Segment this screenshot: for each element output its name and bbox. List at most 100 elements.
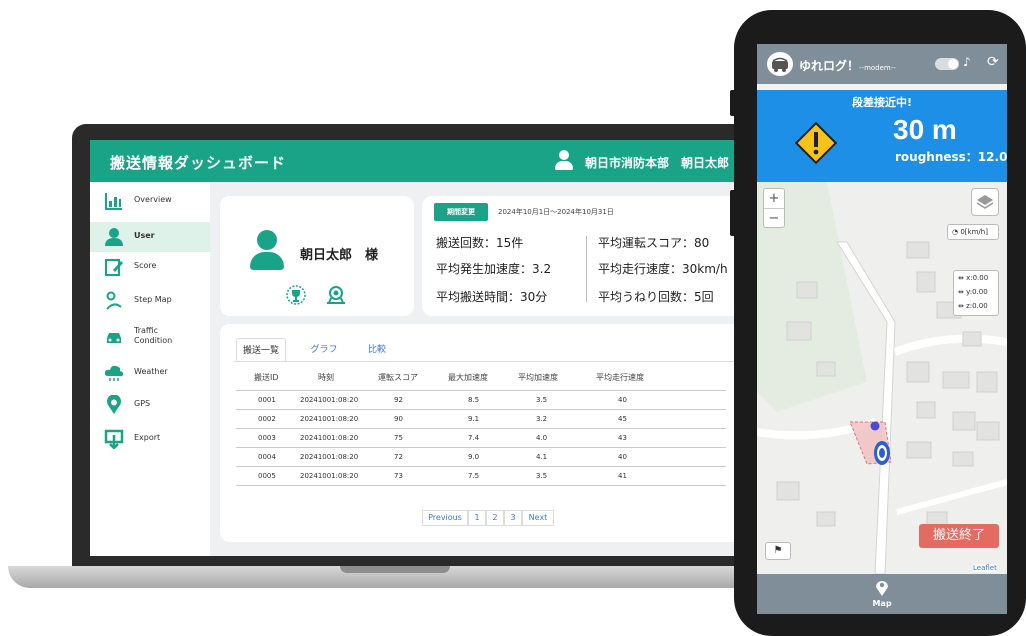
stat-avg-speed: 平均走行速度：30km/h: [598, 262, 728, 276]
period-range: 2024年10月1日～2024年10月31日: [498, 208, 614, 216]
column-header-avg-speed: 平均走行速度: [596, 373, 644, 382]
row-divider: [236, 447, 726, 448]
user-icon: [105, 228, 123, 246]
pagination-page-2[interactable]: 2: [486, 510, 504, 526]
alert-roughness: roughness：12.0: [895, 150, 1007, 164]
alert-title: 段差接近中!: [851, 96, 913, 109]
period-change-button[interactable]: 期間変更: [434, 203, 488, 221]
leaflet-attribution[interactable]: Leaflet: [973, 564, 997, 572]
organization-name: 朝日市消防本部 朝日太郎: [585, 156, 730, 170]
row-divider: [236, 485, 726, 486]
warning-icon: [794, 121, 838, 165]
flag-icon: ⚑: [773, 545, 783, 556]
app-logo-icon: [767, 52, 793, 76]
speedometer-icon: ◔: [952, 228, 959, 236]
trophy-badge-icon: [286, 285, 306, 305]
medal-badge-icon: [327, 286, 345, 304]
row-divider: [236, 390, 726, 391]
sidebar-item-export[interactable]: Export: [90, 424, 210, 454]
dashboard-header: 搬送情報ダッシュボード 朝日市消防本部 朝日太郎: [90, 140, 750, 182]
map-pin-icon[interactable]: [874, 579, 890, 597]
table-cell: 20241001:08:20: [300, 453, 359, 461]
table-cell: 72: [394, 453, 403, 461]
sidebar-item-weather[interactable]: Weather: [90, 358, 210, 388]
row-divider: [236, 409, 726, 410]
sidebar-item-user[interactable]: User: [90, 222, 210, 252]
sidebar-item-step-map[interactable]: Step Map: [90, 286, 210, 316]
pagination-page-1[interactable]: 1: [468, 510, 486, 526]
table-cell: 45: [618, 415, 627, 423]
music-note-icon: ♪: [963, 55, 971, 69]
stats-card: 期間変更 2024年10月1日～2024年10月31日 搬送回数：15件 平均運…: [422, 196, 750, 316]
layers-icon: [976, 195, 994, 209]
current-location-marker-icon: [874, 441, 890, 465]
laptop-notch: [340, 566, 450, 573]
refresh-icon[interactable]: ⟳: [987, 54, 999, 70]
tab-graph[interactable]: グラフ: [304, 338, 344, 362]
table-cell: 7.5: [468, 472, 480, 480]
table-cell: 90: [394, 415, 403, 423]
sidebar-item-gps[interactable]: GPS: [90, 390, 210, 420]
car-icon: [107, 333, 121, 343]
pagination-page-3[interactable]: 3: [504, 510, 522, 526]
sidebar-item-label: Weather: [134, 367, 168, 376]
table-cell: 0004: [258, 453, 276, 461]
avatar: [250, 230, 284, 272]
tab-transport-list[interactable]: 搬送一覧: [236, 338, 286, 362]
sidebar-item-label: GPS: [134, 399, 151, 408]
end-transport-button[interactable]: 搬送終了: [919, 524, 999, 548]
acceleration-readout: ⇹ x:0.00 ⇹ y:0.00 ⇹ z:0.00: [953, 270, 999, 316]
table-cell: 92: [394, 396, 403, 404]
column-header-avg-accel: 平均加速度: [518, 373, 558, 382]
sidebar-item-label: Score: [134, 261, 157, 270]
column-header-time: 時刻: [318, 373, 334, 382]
zoom-out-button[interactable]: −: [764, 208, 784, 227]
column-header-id: 搬送ID: [254, 373, 279, 382]
table-cell: 0005: [258, 472, 276, 480]
stat-transport-count: 搬送回数：15件: [436, 236, 524, 250]
tab-compare[interactable]: 比較: [362, 338, 392, 362]
table-cell: 8.5: [468, 396, 480, 404]
pagination-next[interactable]: Next: [522, 510, 554, 526]
pagination-previous[interactable]: Previous: [422, 510, 468, 526]
table-cell: 4.0: [536, 434, 548, 442]
sound-toggle[interactable]: [935, 58, 959, 70]
table-cell: 7.4: [468, 434, 480, 442]
table-cell: 9.0: [468, 453, 480, 461]
mobile-app-screen: ゆれログ！--modem-- ♪ ⟳ 段差接近中! 30 m roughness…: [757, 44, 1007, 614]
map-tiles: [757, 182, 1007, 574]
row-divider: [236, 466, 726, 467]
table-cell: 41: [618, 472, 627, 480]
route-icon: [106, 291, 122, 310]
edit-icon: [105, 259, 123, 276]
cloud-icon: [104, 365, 124, 381]
dashboard-screen: 搬送情報ダッシュボード 朝日市消防本部 朝日太郎 Overview User S…: [90, 140, 750, 556]
table-cell: 3.2: [536, 415, 548, 423]
layers-button[interactable]: [971, 188, 999, 216]
table-cell: 20241001:08:20: [300, 396, 359, 404]
sidebar-item-score[interactable]: Score: [90, 252, 210, 282]
table-cell: 20241001:08:20: [300, 434, 359, 442]
row-divider: [236, 428, 726, 429]
app-title: ゆれログ！--modem--: [799, 59, 896, 73]
chart-icon: [105, 193, 122, 210]
dashboard-title: 搬送情報ダッシュボード: [110, 154, 287, 172]
zoom-control: + −: [763, 188, 785, 228]
axis-x-value: ⇹ x:0.00: [958, 274, 989, 282]
table-cell: 0003: [258, 434, 276, 442]
nav-item-map[interactable]: Map: [757, 599, 1007, 608]
table-cell: 20241001:08:20: [300, 415, 359, 423]
stat-avg-acceleration: 平均発生加速度：3.2: [436, 262, 552, 276]
phone-side-button: [730, 90, 736, 116]
flag-button[interactable]: ⚑: [765, 542, 791, 560]
sidebar-item-overview[interactable]: Overview: [90, 186, 210, 216]
tab-divider: [234, 361, 750, 362]
map-view[interactable]: + − ◔ 0[km/h] ⇹ x:0.00 ⇹ y:0.00 ⇹ z:0.00…: [757, 182, 1007, 574]
sidebar-item-traffic[interactable]: Traffic Condition: [90, 322, 210, 352]
table-cell: 9.1: [468, 415, 480, 423]
column-header-max-accel: 最大加速度: [448, 373, 488, 382]
zoom-in-button[interactable]: +: [764, 189, 784, 208]
table-cell: 0002: [258, 415, 276, 423]
table-cell: 3.5: [536, 472, 548, 480]
stat-avg-undulation-count: 平均うねり回数：5回: [598, 290, 714, 304]
